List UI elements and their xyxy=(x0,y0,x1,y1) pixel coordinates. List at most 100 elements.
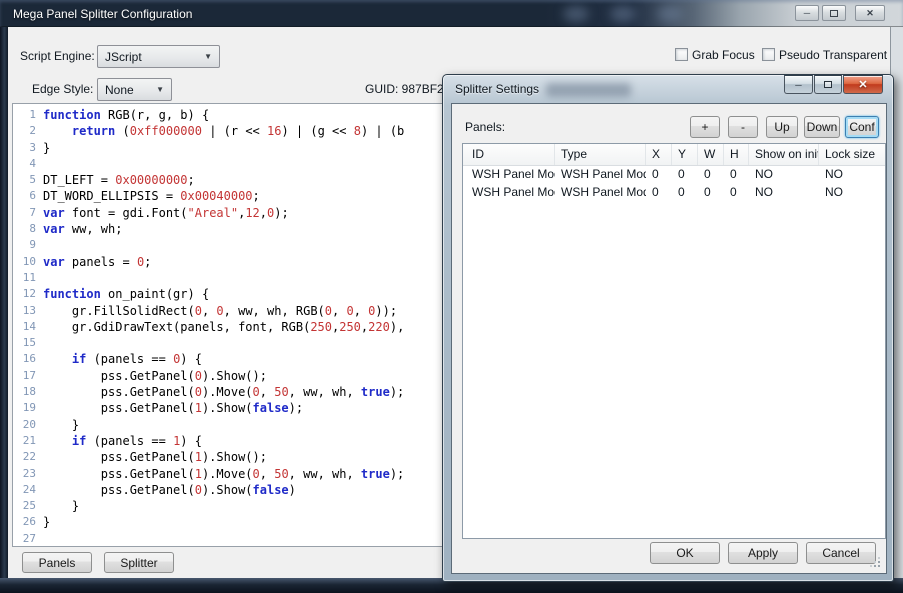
maximize-glyph xyxy=(824,81,832,88)
redacted-title-text xyxy=(546,83,631,97)
line-number: 19 xyxy=(13,400,43,416)
splitter-button[interactable]: Splitter xyxy=(104,552,174,573)
line-number: 26 xyxy=(13,514,43,530)
close-icon[interactable]: ✕ xyxy=(843,75,883,94)
column-header[interactable]: Lock size xyxy=(819,144,886,165)
code-text: var font = gdi.Font("Areal",12,0); xyxy=(43,205,289,221)
chevron-down-icon: ▼ xyxy=(204,52,212,61)
table-cell: 0 xyxy=(672,166,698,184)
main-window-title: Mega Panel Splitter Configuration xyxy=(13,7,192,21)
code-text: if (panels == 1) { xyxy=(43,433,202,449)
table-cell: 0 xyxy=(724,184,749,202)
line-number: 6 xyxy=(13,188,43,204)
code-text: } xyxy=(43,417,79,433)
code-text: DT_LEFT = 0x00000000; xyxy=(43,172,195,188)
maximize-icon[interactable] xyxy=(814,75,842,94)
line-number: 10 xyxy=(13,254,43,270)
code-text: function RGB(r, g, b) { xyxy=(43,107,209,123)
edge-style-label: Edge Style: xyxy=(32,82,93,96)
close-icon[interactable]: ✕ xyxy=(855,5,885,21)
code-text: } xyxy=(43,514,50,530)
code-text: } xyxy=(43,140,50,156)
-button[interactable]: + xyxy=(690,116,720,138)
table-cell: WSH Panel Mod xyxy=(555,184,646,202)
line-number: 11 xyxy=(13,270,43,286)
column-header[interactable]: Show on init xyxy=(749,144,819,165)
grab-focus-checkbox[interactable] xyxy=(675,48,688,61)
main-window-titlebar[interactable]: Mega Panel Splitter Configuration ─ ✕ xyxy=(0,0,903,27)
dialog-title: Splitter Settings xyxy=(455,82,539,96)
minimize-icon[interactable]: ─ xyxy=(795,5,819,21)
edge-style-select[interactable]: None ▼ xyxy=(97,78,172,101)
pseudo-transparent-label: Pseudo Transparent xyxy=(779,48,887,62)
line-number: 22 xyxy=(13,449,43,465)
chevron-down-icon: ▼ xyxy=(156,85,164,94)
table-cell: WSH Panel Mod xyxy=(463,166,555,184)
line-number: 14 xyxy=(13,319,43,335)
up-button[interactable]: Up xyxy=(766,116,798,138)
code-text: DT_WORD_ELLIPSIS = 0x00040000; xyxy=(43,188,260,204)
table-cell: WSH Panel Mod xyxy=(463,184,555,202)
column-header[interactable]: Type xyxy=(555,144,646,165)
apply-button[interactable]: Apply xyxy=(728,542,798,564)
column-header[interactable]: H xyxy=(724,144,749,165)
code-text: gr.GdiDrawText(panels, font, RGB(250,250… xyxy=(43,319,404,335)
line-number: 5 xyxy=(13,172,43,188)
line-number: 8 xyxy=(13,221,43,237)
line-number: 3 xyxy=(13,140,43,156)
dialog-client: Panels: +-Up DownConf IDTypeXYWHShow on i… xyxy=(451,103,887,574)
line-number: 15 xyxy=(13,335,43,351)
line-number: 16 xyxy=(13,351,43,367)
edge-style-value: None xyxy=(105,83,134,97)
cancel-button[interactable]: Cancel xyxy=(806,542,876,564)
panels-button[interactable]: Panels xyxy=(22,552,92,573)
table-cell: 0 xyxy=(646,166,672,184)
line-number: 21 xyxy=(13,433,43,449)
table-cell: NO xyxy=(749,166,819,184)
conf-button[interactable]: Conf xyxy=(845,116,879,138)
line-number: 20 xyxy=(13,417,43,433)
line-number: 1 xyxy=(13,107,43,123)
column-header[interactable]: W xyxy=(698,144,724,165)
code-text: gr.FillSolidRect(0, 0, ww, wh, RGB(0, 0,… xyxy=(43,303,397,319)
panel-row[interactable]: WSH Panel ModWSH Panel Mod0000NONO xyxy=(463,184,885,202)
table-cell: 0 xyxy=(724,166,749,184)
maximize-icon[interactable] xyxy=(822,5,846,21)
resize-grip[interactable] xyxy=(878,565,880,567)
table-header[interactable]: IDTypeXYWHShow on initLock size xyxy=(463,144,885,166)
blurred-caption-decoration xyxy=(657,6,683,22)
line-number: 13 xyxy=(13,303,43,319)
down-button[interactable]: Down xyxy=(804,116,840,138)
code-text: var panels = 0; xyxy=(43,254,151,270)
table-cell: NO xyxy=(819,166,886,184)
column-header[interactable]: ID xyxy=(463,144,555,165)
line-number: 17 xyxy=(13,368,43,384)
line-number: 4 xyxy=(13,156,43,172)
code-text: pss.GetPanel(0).Show(); xyxy=(43,368,267,384)
code-text: if (panels == 0) { xyxy=(43,351,202,367)
line-number: 9 xyxy=(13,237,43,253)
panels-list-label: Panels: xyxy=(465,120,505,134)
line-number: 2 xyxy=(13,123,43,139)
maximize-glyph xyxy=(830,10,838,17)
line-number: 25 xyxy=(13,498,43,514)
code-text: } xyxy=(43,498,79,514)
screen: Mega Panel Splitter Configuration ─ ✕ Sc… xyxy=(0,0,903,593)
pseudo-transparent-checkbox[interactable] xyxy=(762,48,775,61)
blurred-caption-decoration xyxy=(563,6,589,22)
ok-button[interactable]: OK xyxy=(650,542,720,564)
main-window-left-border xyxy=(0,27,8,578)
column-header[interactable]: Y xyxy=(672,144,698,165)
line-number: 24 xyxy=(13,482,43,498)
column-header[interactable]: X xyxy=(646,144,672,165)
table-cell: 0 xyxy=(698,166,724,184)
minimize-icon[interactable]: ─ xyxy=(784,75,813,94)
code-text: var ww, wh; xyxy=(43,221,122,237)
code-text: pss.GetPanel(1).Move(0, 50, ww, wh, true… xyxy=(43,466,404,482)
line-number: 12 xyxy=(13,286,43,302)
panel-row[interactable]: WSH Panel ModWSH Panel Mod0000NONO xyxy=(463,166,885,184)
panels-table[interactable]: IDTypeXYWHShow on initLock size WSH Pane… xyxy=(462,143,886,539)
-button[interactable]: - xyxy=(728,116,758,138)
script-engine-select[interactable]: JScript ▼ xyxy=(97,45,220,68)
blurred-caption-decoration xyxy=(610,6,636,22)
